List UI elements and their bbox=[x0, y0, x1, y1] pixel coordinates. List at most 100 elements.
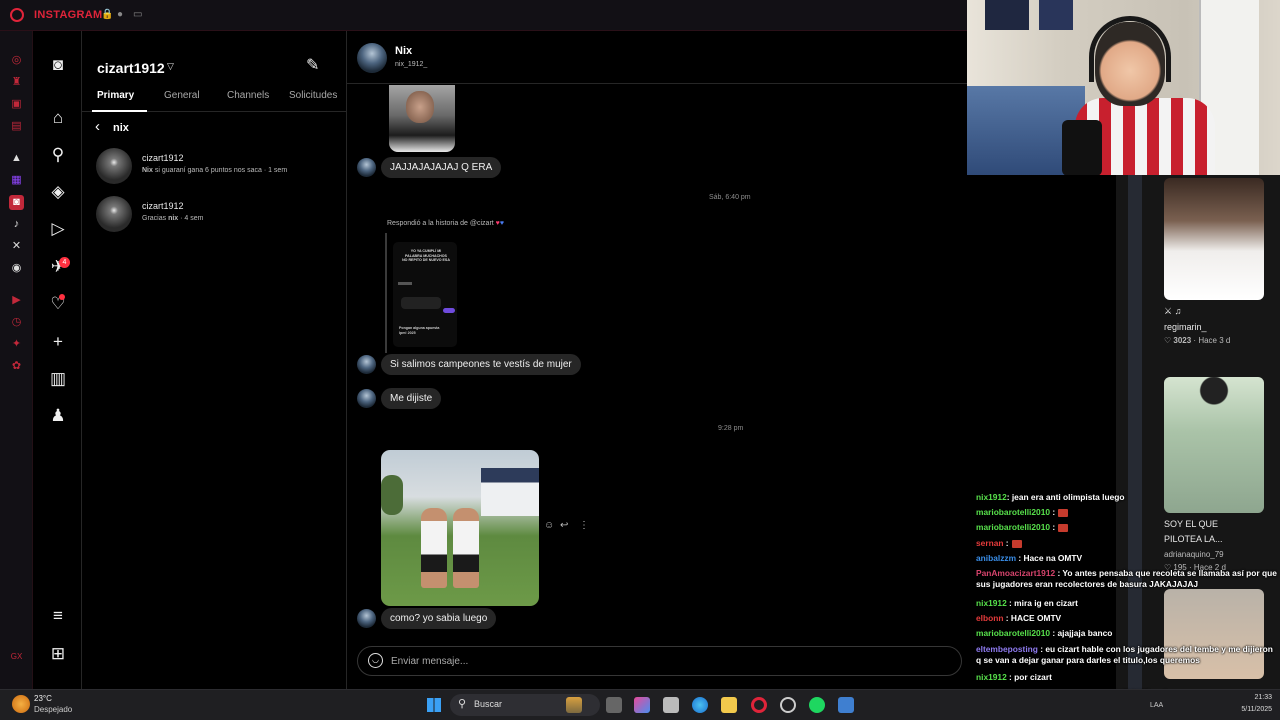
chat-username[interactable]: nix1912 bbox=[976, 672, 1007, 682]
extensions-icon[interactable]: ✦ bbox=[9, 337, 24, 352]
home-icon[interactable]: ⌂ bbox=[48, 108, 68, 128]
chat-line: mariobarotelli2010 : bbox=[976, 507, 1280, 518]
apps-icon[interactable]: ⊞ bbox=[48, 644, 68, 664]
language-indicator[interactable]: LAA bbox=[1150, 702, 1163, 709]
avatar bbox=[357, 355, 376, 374]
window-title: INSTAGRAM bbox=[34, 9, 103, 21]
opera-logo-icon[interactable] bbox=[10, 8, 24, 22]
thread-item[interactable]: cizart1912 Gracias nix · 4 sem bbox=[96, 196, 336, 236]
photo-person bbox=[453, 508, 479, 588]
reply-icon[interactable]: ↩ bbox=[560, 520, 568, 531]
story-caption: YO YA CUMPLÍ MI PALABRA MUCHACHOS NO REP… bbox=[398, 249, 454, 263]
video-thumbnail[interactable] bbox=[1164, 178, 1264, 300]
story-line: lpm! 2025 bbox=[399, 330, 416, 335]
create-icon[interactable]: + bbox=[48, 332, 68, 352]
chat-message: : ajajjaja banco bbox=[1050, 628, 1113, 638]
thread-preview-text: si guaraní gana 6 puntos nos saca · 1 se… bbox=[152, 167, 288, 174]
chat-message: : por cizart bbox=[1006, 672, 1052, 682]
opera-gx-taskbar-icon[interactable] bbox=[751, 697, 767, 713]
discord-icon[interactable]: ◉ bbox=[9, 261, 24, 276]
store-icon[interactable] bbox=[663, 697, 679, 713]
windows-taskbar: 23°C Despejado ⚲ Buscar LAA 21:33 5/11/2… bbox=[0, 689, 1280, 720]
chat-username[interactable]: anibalzzm bbox=[976, 553, 1016, 563]
twitch-icon[interactable]: ▦ bbox=[9, 173, 24, 188]
back-arrow-icon[interactable]: ‹ bbox=[95, 118, 100, 135]
story-preview[interactable]: YO YA CUMPLÍ MI PALABRA MUCHACHOS NO REP… bbox=[393, 242, 457, 347]
mic-icon[interactable]: ● bbox=[117, 9, 123, 20]
windows-start-icon[interactable] bbox=[427, 698, 441, 712]
chat-line: sernan : bbox=[976, 538, 1280, 549]
player-icon[interactable]: ▶ bbox=[9, 293, 24, 308]
message-bubble[interactable]: Me dijiste bbox=[381, 388, 442, 409]
chat-username[interactable]: PanAmoacizart1912 bbox=[976, 568, 1055, 578]
chat-username[interactable]: mariobarotelli2010 bbox=[976, 522, 1050, 532]
tab-primary[interactable]: Primary bbox=[97, 90, 134, 101]
menu-icon[interactable]: ≡ bbox=[48, 606, 68, 626]
gx-control-icon[interactable]: ◎ bbox=[9, 53, 24, 68]
chat-username[interactable]: nix1912 bbox=[976, 492, 1007, 502]
message-bubble[interactable]: Si salimos campeones te vestís de mujer bbox=[381, 354, 581, 375]
camera-icon[interactable]: ▭ bbox=[133, 9, 142, 20]
file-explorer-icon[interactable] bbox=[721, 697, 737, 713]
thread-item[interactable]: cizart1912 Nix si guaraní gana 6 puntos … bbox=[96, 148, 336, 188]
photo-tent bbox=[481, 468, 539, 516]
obs-icon[interactable] bbox=[780, 697, 796, 713]
account-name[interactable]: cizart1912 bbox=[97, 60, 165, 76]
weather-icon[interactable] bbox=[12, 695, 30, 713]
gx-store-icon[interactable]: ▣ bbox=[9, 97, 24, 112]
chat-username[interactable]: nix1912 bbox=[976, 598, 1007, 608]
shared-photo[interactable] bbox=[381, 450, 539, 606]
tab-channels[interactable]: Channels bbox=[227, 90, 269, 101]
spotify-icon[interactable] bbox=[809, 697, 825, 713]
chat-username[interactable]: mariobarotelli2010 bbox=[976, 628, 1050, 638]
explore-icon[interactable]: ◈ bbox=[48, 182, 68, 202]
emote-icon bbox=[1011, 539, 1022, 548]
tiktok-icon[interactable]: ♪ bbox=[9, 217, 24, 232]
notifications-icon[interactable]: ♡ bbox=[48, 294, 68, 314]
search-icon[interactable]: ⚲ bbox=[48, 145, 68, 165]
edge-icon[interactable] bbox=[692, 697, 708, 713]
chat-username[interactable]: sernan bbox=[976, 538, 1003, 548]
message-bubble[interactable]: como? yo sabia luego bbox=[381, 608, 497, 629]
search-label: Buscar bbox=[474, 699, 503, 709]
gx-messenger-icon[interactable]: ▤ bbox=[9, 119, 24, 134]
chevron-down-icon[interactable]: ▽ bbox=[167, 61, 174, 72]
message-bubble[interactable]: JAJJAJAJAJAJ Q ERA bbox=[381, 157, 502, 178]
tab-general[interactable]: General bbox=[164, 90, 200, 101]
chat-line: nix1912: jean era anti olimpista luego bbox=[976, 492, 1280, 503]
video-user[interactable]: regimarin_ bbox=[1164, 322, 1207, 332]
settings-icon[interactable]: ✿ bbox=[9, 359, 24, 374]
gx-corner-icon[interactable]: ♜ bbox=[9, 75, 24, 90]
react-icon[interactable]: ☺ bbox=[544, 520, 554, 531]
tab-requests[interactable]: Solicitudes bbox=[289, 90, 337, 101]
more-icon[interactable]: ⋮ bbox=[579, 520, 589, 531]
chat-username[interactable]: eltembeposting bbox=[976, 644, 1038, 654]
instagram-logo-icon[interactable]: ◙ bbox=[48, 55, 68, 75]
chat-line: mariobarotelli2010 : bbox=[976, 522, 1280, 533]
emoji-icon[interactable]: ◡ bbox=[368, 653, 383, 668]
copilot-icon[interactable] bbox=[634, 697, 650, 713]
clock-time[interactable]: 21:33 bbox=[1224, 694, 1272, 701]
gx-arrow-icon[interactable]: ▲ bbox=[9, 151, 24, 166]
clock-date[interactable]: 5/11/2025 bbox=[1224, 706, 1272, 713]
widget-icon[interactable] bbox=[566, 697, 582, 713]
history-icon[interactable]: ◷ bbox=[9, 315, 24, 330]
dashboard-icon[interactable]: ▥ bbox=[48, 369, 68, 389]
compose-icon[interactable]: ✎ bbox=[306, 55, 319, 75]
conversation-header: Nix nix_1912_ bbox=[347, 31, 967, 84]
wall-poster bbox=[1039, 0, 1073, 30]
profile-icon[interactable]: ♟ bbox=[48, 406, 68, 426]
chat-username[interactable]: mariobarotelli2010 bbox=[976, 507, 1050, 517]
thread-mention: nix bbox=[168, 215, 179, 222]
story-footer: Pongan alguna apuesta lpm! 2025 bbox=[399, 326, 455, 335]
chat-username[interactable]: elbonn bbox=[976, 613, 1003, 623]
notepad-icon[interactable] bbox=[838, 697, 854, 713]
instagram-sidebar-icon[interactable]: ◙ bbox=[9, 195, 24, 210]
avatar[interactable] bbox=[357, 43, 387, 73]
reels-icon[interactable]: ▷ bbox=[48, 219, 68, 239]
x-icon[interactable]: ✕ bbox=[9, 239, 24, 254]
shared-photo[interactable] bbox=[389, 85, 455, 152]
task-view-icon[interactable] bbox=[606, 697, 622, 713]
contact-name[interactable]: Nix bbox=[395, 45, 412, 57]
message-input[interactable] bbox=[391, 652, 951, 670]
